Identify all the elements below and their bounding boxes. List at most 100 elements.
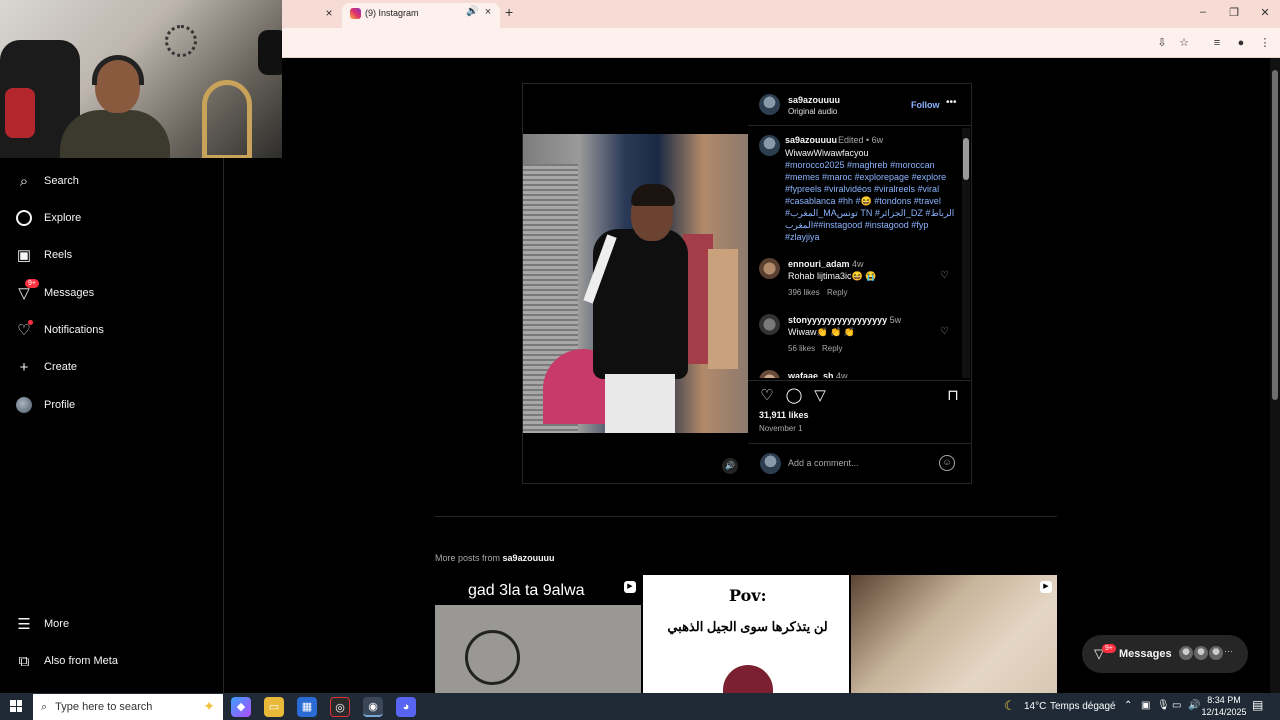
bookmark-icon[interactable]: ⊓ (944, 387, 962, 405)
sidebar-item-messages[interactable]: ▽ 9+ Messages (15, 279, 95, 304)
network-icon[interactable]: ▭ (1172, 700, 1181, 711)
profile-icon[interactable]: ● (1234, 36, 1248, 50)
divider (435, 516, 1057, 517)
comment-input[interactable] (788, 456, 928, 470)
search-icon: ⌕ (41, 700, 48, 713)
app-icon[interactable]: ◎ (330, 697, 350, 717)
volume-icon[interactable]: 🔊 (722, 458, 738, 474)
sidebar-item-profile[interactable]: Profile (15, 394, 75, 416)
taskbar-weather[interactable]: Temps dégagé (1050, 701, 1116, 712)
comment-username[interactable]: stonyyyyyyyyyyyyyyyy 5w (788, 315, 901, 325)
avatar (1193, 645, 1209, 661)
more-posts-heading: More posts from sa9azouuuu (435, 553, 555, 563)
more-dots-icon: ··· (1224, 646, 1233, 656)
discord-icon[interactable]: ◕ (396, 697, 416, 717)
reply-button[interactable]: Reply (822, 344, 842, 353)
comment-username[interactable]: ennouri_adam 4w (788, 259, 864, 269)
copilot-icon[interactable]: ◆ (231, 697, 251, 717)
thumbnail-caption: gad 3la ta 9alwa (468, 582, 585, 599)
tab-audio-icon[interactable]: 🔊 (466, 6, 478, 17)
reply-button[interactable]: Reply (827, 288, 847, 297)
follow-button[interactable]: Follow (911, 100, 940, 110)
sidebar-item-label: Also from Meta (44, 655, 118, 667)
sidebar-item-label: Profile (44, 399, 76, 411)
bookmark-star-icon[interactable]: ☆ (1177, 36, 1191, 50)
sidebar-item-label: Create (44, 361, 78, 373)
comment-icon[interactable]: ◯ (785, 387, 803, 405)
avatar[interactable] (759, 314, 780, 335)
avatar (1208, 645, 1224, 661)
sidebar-item-also-from-meta[interactable]: ⧉ Also from Meta (15, 650, 118, 672)
comment-text: Wiwaw👏 👏 👏 (788, 327, 856, 337)
sidebar-item-more[interactable]: ☰ More (15, 613, 69, 635)
prev-tab-close-icon[interactable]: × (322, 6, 336, 20)
new-tab-button[interactable]: + (505, 4, 513, 20)
video-frame[interactable] (523, 134, 748, 433)
reel-icon: ▶ (624, 581, 636, 593)
sidebar-item-label: Explore (44, 212, 82, 224)
comment-likes[interactable]: 56 likes (788, 344, 815, 353)
close-window-button[interactable]: ✕ (1255, 6, 1275, 19)
taskbar-date[interactable]: 12/14/2025 (1201, 707, 1247, 717)
sidebar-item-label: More (44, 618, 70, 630)
address-bar[interactable] (282, 28, 1280, 58)
instagram-favicon-icon (350, 8, 361, 19)
avatar[interactable] (759, 370, 780, 378)
store-icon[interactable]: ▦ (297, 697, 317, 717)
comment-username[interactable]: wafaae_sh 4w (788, 371, 848, 378)
messages-float-label: Messages (1119, 648, 1172, 660)
comment-heart-icon[interactable]: ♡ (940, 326, 949, 337)
chrome-icon[interactable]: ◉ (363, 697, 383, 717)
sidebar-item-reels[interactable]: ▣ Reels (15, 244, 72, 266)
post-thumbnail[interactable] (851, 575, 1057, 693)
taskbar-search[interactable]: ⌕ Type here to search ✦ (33, 694, 223, 720)
microphone-icon[interactable]: 🎙 (1157, 700, 1170, 711)
chevron-up-icon[interactable]: ⌃ (1124, 700, 1132, 711)
page-scroll-thumb[interactable] (1272, 70, 1278, 400)
tab-close-icon[interactable]: × (482, 6, 494, 18)
audio-label[interactable]: Original audio (788, 107, 837, 116)
tray-app-icon[interactable]: ▣ (1141, 700, 1150, 711)
restore-button[interactable]: ❐ (1224, 6, 1244, 19)
browser-menu-icon[interactable]: ⋮ (1258, 36, 1272, 50)
install-app-icon[interactable]: ⇩ (1155, 36, 1169, 50)
avatar[interactable] (759, 94, 780, 115)
sidebar-item-label: Messages (44, 287, 95, 299)
sidebar-item-create[interactable]: + Create (15, 356, 77, 378)
thumbnail-title: Pov: (729, 586, 767, 605)
meta-icon: ⧉ (18, 652, 30, 670)
share-icon[interactable]: ▽ (811, 387, 829, 405)
avatar[interactable] (759, 258, 780, 279)
sidebar-item-notifications[interactable]: ♡ Notifications (15, 319, 104, 341)
messages-badge: 9+ (1102, 644, 1116, 653)
emoji-icon[interactable]: ☺ (939, 455, 955, 471)
taskbar-time[interactable]: 8:34 PM (1204, 695, 1244, 705)
sidebar-item-search[interactable]: ⌕ Search (15, 170, 79, 192)
sidebar-item-explore[interactable]: Explore (15, 207, 81, 229)
moon-icon: ☾ (1004, 698, 1016, 713)
more-posts-user[interactable]: sa9azouuuu (503, 553, 555, 563)
caption-username[interactable]: sa9azouuuu (785, 135, 837, 145)
heart-icon: ♡ (15, 320, 33, 339)
taskbar-temperature[interactable]: 14°C (1024, 701, 1046, 712)
comment-heart-icon[interactable]: ♡ (940, 270, 949, 281)
avatar (1178, 645, 1194, 661)
comment-time: 4w (852, 259, 864, 269)
more-options-icon[interactable]: ••• (946, 97, 957, 108)
file-explorer-icon[interactable]: ▭ (264, 697, 284, 717)
media-control-icon[interactable]: ≡ (1210, 36, 1224, 50)
volume-icon[interactable]: 🔊 (1188, 700, 1200, 711)
notification-icon[interactable]: ▤ (1252, 698, 1263, 712)
sparkle-icon: ✦ (203, 698, 215, 714)
webcam-overlay (0, 0, 282, 158)
like-heart-icon[interactable]: ♡ (758, 387, 776, 405)
comment-clip: wafaae_sh 4w (758, 368, 962, 378)
avatar[interactable] (759, 135, 780, 156)
post-username[interactable]: sa9azouuuu (788, 95, 840, 105)
comment-likes[interactable]: 396 likes (788, 288, 820, 297)
comments-scroll-thumb[interactable] (963, 138, 969, 180)
minimize-button[interactable]: – (1193, 6, 1213, 18)
caption-hashtags[interactable]: #morocco2025 #maghreb #moroccan #memes #… (785, 159, 955, 243)
windows-start-icon[interactable] (10, 700, 22, 712)
like-count[interactable]: 31,911 likes (759, 410, 809, 420)
